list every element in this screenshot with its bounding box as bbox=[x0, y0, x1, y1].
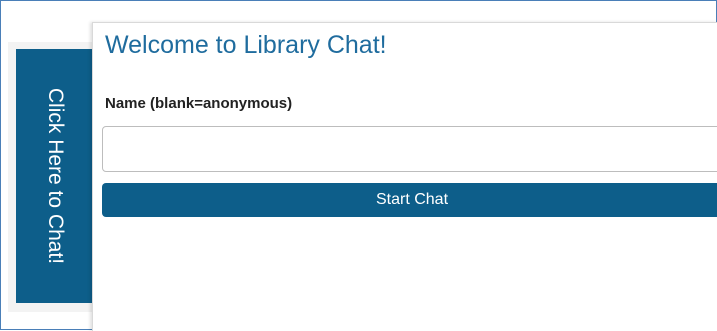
name-field-label: Name (blank=anonymous) bbox=[105, 95, 293, 112]
chat-panel: Welcome to Library Chat! Name (blank=ano… bbox=[92, 22, 717, 331]
click-to-chat-tab[interactable]: Click Here to Chat! bbox=[16, 49, 93, 303]
start-chat-button[interactable]: Start Chat bbox=[102, 183, 717, 217]
name-input[interactable] bbox=[102, 126, 717, 172]
chat-title: Welcome to Library Chat! bbox=[105, 31, 387, 59]
library-chat-widget: Click Here to Chat! Welcome to Library C… bbox=[0, 0, 717, 331]
click-to-chat-label: Click Here to Chat! bbox=[43, 87, 67, 265]
